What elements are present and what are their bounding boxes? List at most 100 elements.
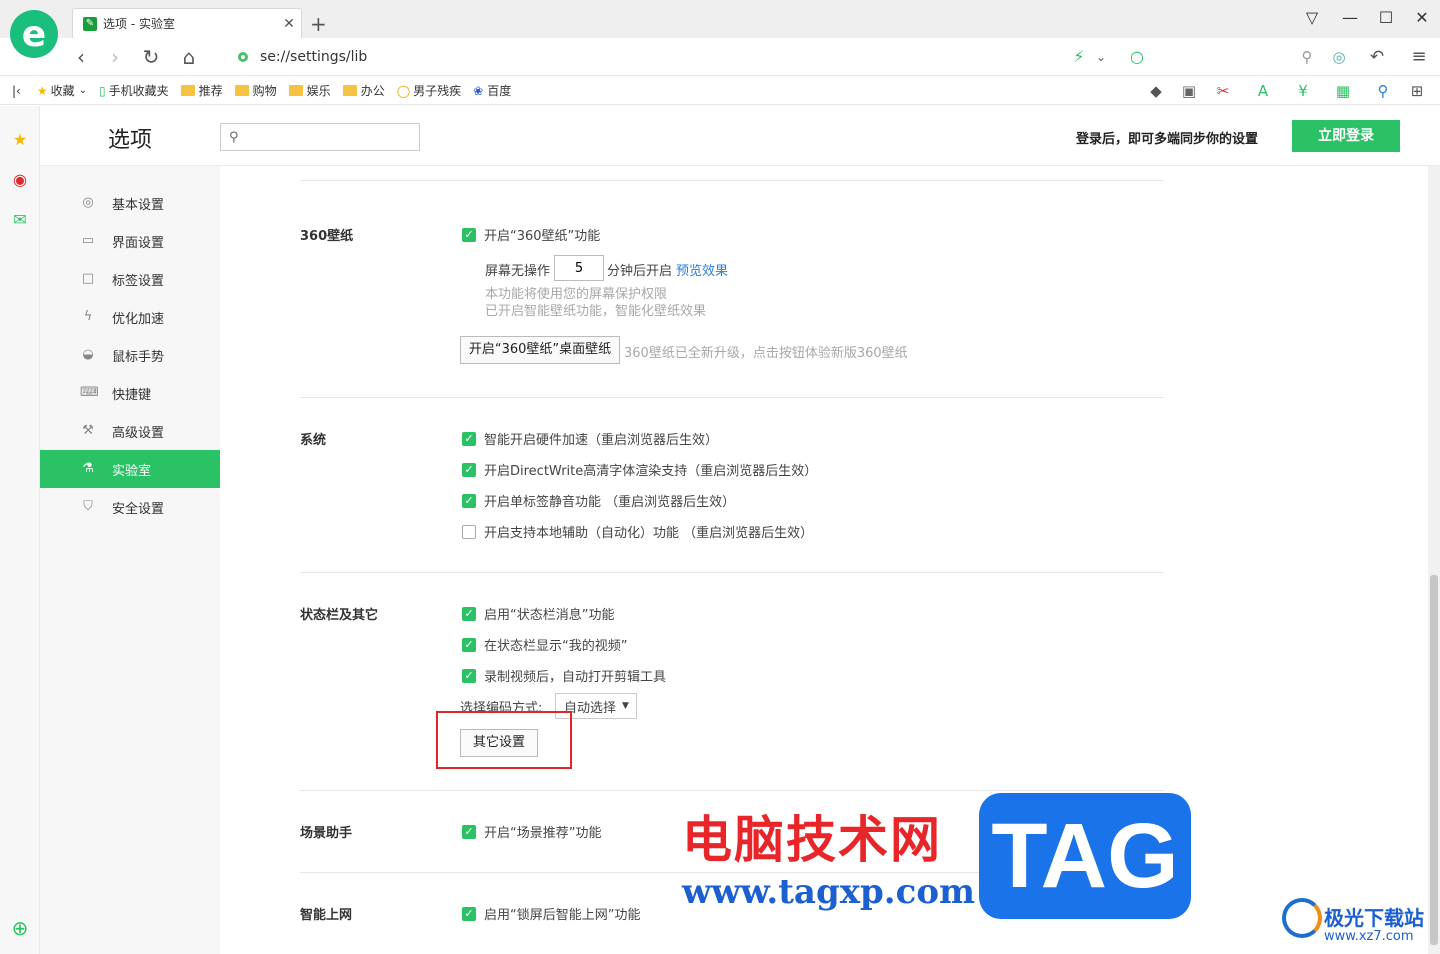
undo-icon[interactable]: ↶ [1364, 45, 1390, 71]
folder-icon [342, 85, 357, 96]
bookmark-label: 男子残疾 [413, 84, 462, 98]
section-label-statusbar: 状态栏及其它 [300, 608, 379, 623]
address-bar[interactable]: se://settings/lib [238, 46, 1058, 68]
settings-search[interactable]: ⚲ [220, 123, 420, 151]
search-icon[interactable]: ⚲ [1294, 45, 1320, 71]
tab-icon: □ [81, 271, 95, 286]
idle-minutes-input[interactable] [554, 255, 604, 281]
checkbox-label: 开启“场景推荐”功能 [484, 826, 602, 841]
check-icon: ✓ [462, 906, 476, 921]
weibo-icon[interactable]: ◉ [8, 168, 32, 192]
secure-icon [238, 52, 248, 62]
check-icon: ✓ [462, 431, 476, 446]
zoom-icon[interactable]: ⚲ [1372, 80, 1394, 102]
check-icon: ✓ [462, 824, 476, 839]
minimize-button[interactable]: — [1336, 8, 1364, 30]
bookmark-folder[interactable]: 购物 [234, 82, 277, 99]
back-icon[interactable]: ‹ [68, 45, 94, 71]
folder-icon [180, 85, 195, 96]
bookmark-label: 推荐 [198, 84, 223, 98]
bookmark-link[interactable]: ◯ 男子残疾 [397, 82, 461, 99]
desktop-wallpaper-button[interactable]: 开启“360壁纸”桌面壁纸 [460, 336, 620, 364]
add-panel-icon[interactable]: ⊕ [8, 916, 32, 940]
apps-grid-icon[interactable]: ⊞ [1406, 80, 1428, 102]
bookmark-label: 手机收藏夹 [108, 84, 169, 98]
chevron-down-icon[interactable]: ⌄ [1088, 45, 1114, 71]
browser-logo-icon[interactable]: e [10, 10, 58, 58]
bookmark-mobile[interactable]: ▯ 手机收藏夹 [99, 82, 169, 99]
checkbox-label: 开启“360壁纸”功能 [484, 229, 601, 244]
sidebar-item-label: 基本设置 [112, 197, 165, 213]
search-engine-icon[interactable]: ○ [1124, 45, 1150, 71]
section-divider [300, 572, 1164, 573]
sidebar-item-optimize[interactable]: ϟ 优化加速 [40, 298, 220, 336]
idle-prefix: 屏幕无操作 [485, 264, 551, 279]
refresh-icon[interactable]: ↻ [138, 45, 164, 71]
section-divider [300, 180, 1164, 181]
statusbar-msg-checkbox[interactable]: ✓ 启用“状态栏消息”功能 [462, 604, 614, 623]
sidebar-item-shortcuts[interactable]: ⌨ 快捷键 [40, 374, 220, 412]
tab-mute-checkbox[interactable]: ✓ 开启单标签静音功能 （重启浏览器后生效） [462, 491, 735, 510]
folder-icon [234, 85, 249, 96]
watermark-site2: 极光下载站 [1324, 906, 1424, 930]
checkbox-label: 开启支持本地辅助（自动化）功能 （重启浏览器后生效） [484, 526, 814, 541]
scrollbar-thumb[interactable] [1430, 575, 1438, 945]
favorites-star-icon[interactable]: ★ [8, 128, 32, 152]
check-icon: ✓ [462, 227, 476, 242]
sidebar-item-lab[interactable]: ⚗ 实验室 [40, 450, 220, 488]
lab-tab-icon: ✎ [83, 16, 97, 31]
tab-close-icon[interactable]: ✕ [277, 16, 301, 32]
mail-icon[interactable]: ✉ [8, 208, 32, 232]
hardware-accel-checkbox[interactable]: ✓ 智能开启硬件加速（重启浏览器后生效） [462, 429, 718, 448]
bookmark-folder[interactable]: 办公 [342, 82, 385, 99]
cursor-icon[interactable]: ◆ [1145, 80, 1167, 102]
search-icon: ⚲ [229, 129, 239, 145]
keyboard-icon: ⌨ [80, 385, 99, 400]
menu-icon[interactable]: ≡ [1406, 45, 1432, 71]
gear-icon: ◎ [82, 195, 94, 210]
new-tab-button[interactable]: + [310, 12, 327, 36]
sidebar-item-advanced[interactable]: ⚒ 高级设置 [40, 412, 220, 450]
sidebar-item-mouse[interactable]: ◒ 鼠标手势 [40, 336, 220, 374]
phone-icon: ▯ [99, 83, 106, 98]
clip-tool-checkbox[interactable]: ✓ 录制视频后，自动打开剪辑工具 [462, 666, 666, 685]
ai-assistant-icon[interactable]: ◎ [1326, 45, 1352, 71]
page-title: 选项 [108, 128, 153, 153]
section-divider [300, 790, 1164, 791]
scissors-icon[interactable]: ✂ [1212, 80, 1234, 102]
watermark-url: www.tagxp.com [682, 872, 975, 912]
home-icon[interactable]: ⌂ [176, 45, 202, 71]
star-icon: ★ [36, 83, 48, 98]
bookmark-folder[interactable]: 推荐 [180, 82, 223, 99]
search-input[interactable] [244, 130, 405, 144]
bolt-icon: ϟ [83, 309, 93, 324]
browser-side-panel [0, 106, 40, 954]
sidebar-item-security[interactable]: ⛉ 安全设置 [40, 488, 220, 526]
watermark-cn-text: 电脑技术网 [682, 810, 942, 869]
shield-money-icon[interactable]: ¥ [1292, 80, 1314, 102]
checkbox-label: 开启DirectWrite高清字体渲染支持（重启浏览器后生效） [484, 464, 818, 479]
directwrite-checkbox[interactable]: ✓ 开启DirectWrite高清字体渲染支持（重启浏览器后生效） [462, 460, 817, 479]
sidebar-item-basic[interactable]: ◎ 基本设置 [40, 184, 220, 222]
reader-icon[interactable]: ▣ [1178, 80, 1200, 102]
bookmark-baidu[interactable]: ❀ 百度 [473, 82, 511, 99]
my-video-checkbox[interactable]: ✓ 在状态栏显示“我的视频” [462, 635, 627, 654]
lockscreen-net-checkbox[interactable]: ✓ 启用“锁屏后智能上网”功能 [462, 904, 640, 923]
bookmark-folder[interactable]: 娱乐 [288, 82, 331, 99]
game-icon[interactable]: ▦ [1332, 80, 1354, 102]
preview-link[interactable]: 预览效果 [676, 260, 728, 279]
forward-icon[interactable]: › [102, 45, 128, 71]
login-button[interactable]: 立即登录 [1292, 120, 1400, 152]
sidebar-item-interface[interactable]: ▭ 界面设置 [40, 222, 220, 260]
collapse-sidebar-icon[interactable]: |‹ [12, 84, 21, 98]
wallpaper-enable-checkbox[interactable]: ✓ 开启“360壁纸”功能 [462, 225, 600, 244]
local-assist-checkbox[interactable]: 开启支持本地辅助（自动化）功能 （重启浏览器后生效） [462, 522, 813, 541]
close-window-button[interactable]: ✕ [1408, 8, 1436, 30]
sidebar-item-tabs[interactable]: □ 标签设置 [40, 260, 220, 298]
translate-icon[interactable]: A [1252, 80, 1274, 102]
pin-icon[interactable]: ▽ [1298, 8, 1326, 30]
tab-active[interactable]: ✎ 选项 - 实验室 ✕ [72, 8, 302, 38]
bookmark-favorites[interactable]: ★ 收藏 ⌄ [37, 82, 87, 99]
scene-recommend-checkbox[interactable]: ✓ 开启“场景推荐”功能 [462, 822, 601, 841]
maximize-button[interactable]: ☐ [1372, 8, 1400, 30]
